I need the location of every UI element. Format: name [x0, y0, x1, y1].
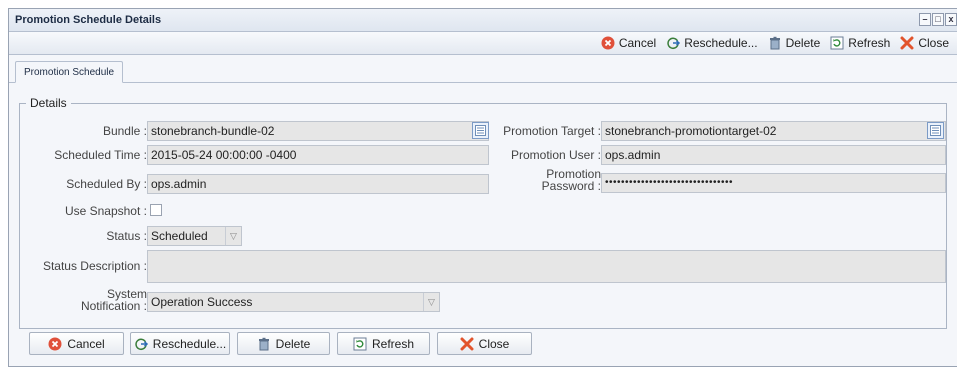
close-button[interactable]: Close	[437, 332, 532, 355]
delete-button-label: Delete	[275, 336, 311, 351]
chevron-down-icon: ▽	[225, 227, 241, 245]
status-description-label: Status Description :	[42, 259, 147, 273]
cancel-button-label: Cancel	[67, 336, 105, 351]
promotion-user-field[interactable]: ops.admin	[601, 145, 946, 165]
tab-bar: Promotion Schedule	[9, 55, 957, 83]
promotion-target-field[interactable]: stonebranch-promotiontarget-02	[601, 121, 946, 141]
delete-button[interactable]: Delete	[237, 332, 330, 355]
system-notification-select[interactable]: Operation Success ▽	[147, 292, 440, 312]
promotion-user-label: Promotion User :	[510, 148, 601, 162]
tab-panel: Details Bundle : stonebranch-bundle-02 S…	[9, 86, 957, 366]
close-x-icon	[900, 36, 914, 50]
close-button-label: Close	[478, 336, 510, 351]
toolbar-delete-label: Delete	[785, 36, 821, 50]
toolbar-refresh-button[interactable]: Refresh	[830, 36, 890, 50]
toolbar-cancel-button[interactable]: Cancel	[601, 36, 656, 50]
reschedule-button-label: Reschedule...	[152, 336, 227, 351]
cancel-icon	[601, 36, 615, 50]
refresh-button-label: Refresh	[371, 336, 415, 351]
cancel-button[interactable]: Cancel	[29, 332, 124, 355]
toolbar-refresh-label: Refresh	[848, 36, 891, 50]
promotion-target-label: Promotion Target :	[503, 124, 601, 138]
toolbar-reschedule-button[interactable]: Reschedule...	[666, 36, 758, 50]
bundle-field[interactable]: stonebranch-bundle-02	[147, 121, 489, 141]
reschedule-icon	[666, 36, 681, 50]
promotion-password-label-line2: Password :	[541, 179, 601, 193]
reschedule-icon	[134, 337, 148, 351]
bundle-label: Bundle :	[102, 124, 147, 138]
promotion-password-field[interactable]: ••••••••••••••••••••••••••••••••	[601, 173, 946, 193]
details-legend: Details	[30, 96, 67, 110]
maximize-icon[interactable]: □	[932, 13, 944, 26]
status-label: Status :	[106, 229, 147, 243]
toolbar-delete-button[interactable]: Delete	[768, 36, 821, 50]
status-select-value: Scheduled	[151, 229, 208, 243]
scheduled-time-field[interactable]: 2015-05-24 00:00:00 -0400	[147, 145, 489, 165]
use-snapshot-checkbox[interactable]	[150, 204, 162, 216]
scheduled-by-field[interactable]: ops.admin	[147, 174, 489, 194]
chevron-down-icon: ▽	[423, 293, 439, 311]
top-toolbar: Cancel Reschedule... Delete Refresh Clos…	[9, 32, 957, 55]
refresh-icon	[830, 36, 844, 50]
scheduled-by-label: Scheduled By :	[66, 177, 147, 191]
refresh-icon	[353, 337, 367, 351]
refresh-button[interactable]: Refresh	[337, 332, 430, 355]
reschedule-button[interactable]: Reschedule...	[130, 332, 230, 355]
delete-icon	[257, 337, 271, 351]
status-description-field[interactable]	[147, 250, 946, 283]
minimize-icon[interactable]: –	[919, 13, 931, 26]
promotion-password-label: Promotion Password :	[479, 168, 601, 192]
system-notification-label-line2: Notification :	[80, 299, 147, 313]
system-notification-label: System Notification :	[21, 288, 147, 312]
status-select[interactable]: Scheduled ▽	[147, 226, 242, 246]
toolbar-reschedule-label: Reschedule...	[684, 36, 758, 50]
system-notification-value: Operation Success	[151, 295, 253, 309]
cancel-icon	[48, 337, 62, 351]
promotion-target-lookup-icon[interactable]	[927, 122, 944, 139]
close-window-icon[interactable]: x	[945, 13, 957, 26]
window-title: Promotion Schedule Details	[15, 14, 162, 26]
window-titlebar: Promotion Schedule Details – □ x	[9, 9, 957, 32]
tab-promotion-schedule[interactable]: Promotion Schedule	[15, 61, 124, 83]
promotion-schedule-details-window: Promotion Schedule Details – □ x Cancel …	[8, 8, 957, 367]
window-controls: – □ x	[919, 13, 957, 26]
close-x-icon	[460, 337, 474, 351]
scheduled-time-label: Scheduled Time :	[54, 148, 147, 162]
toolbar-close-button[interactable]: Close	[900, 36, 949, 50]
toolbar-cancel-label: Cancel	[618, 36, 657, 50]
delete-icon	[768, 36, 782, 50]
use-snapshot-label: Use Snapshot :	[64, 204, 147, 218]
toolbar-close-label: Close	[918, 36, 949, 50]
